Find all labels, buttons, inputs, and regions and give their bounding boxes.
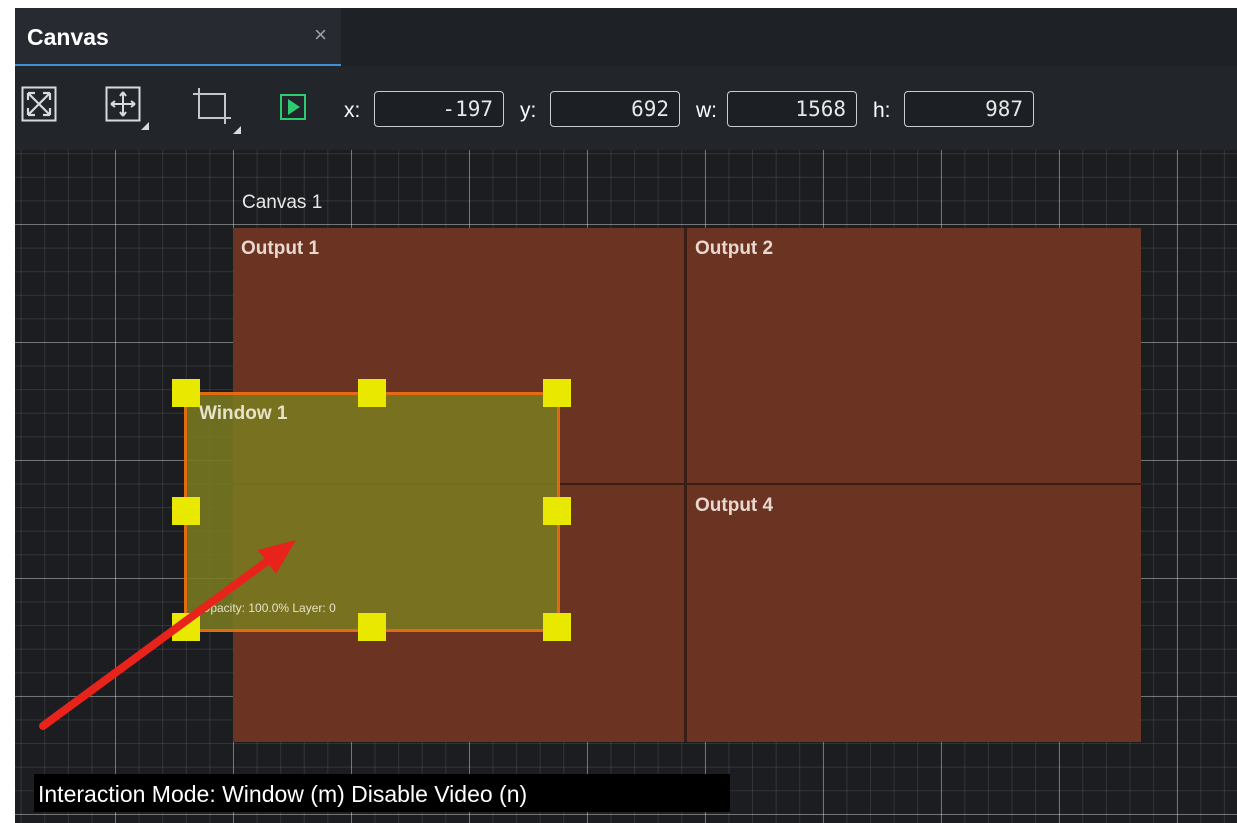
canvas-panel: Canvas × x: -197 y: 692 w: 1568 h: 987 C… [15,8,1237,823]
x-label: x: [344,99,361,122]
close-icon[interactable]: × [314,24,327,46]
y-label: y: [520,99,537,122]
x-input[interactable]: -197 [374,91,504,127]
h-label: h: [873,99,891,122]
status-bar: Interaction Mode: Window (m) Disable Vid… [34,774,730,812]
move-icon[interactable] [105,86,149,130]
status-text: Interaction Mode: Window (m) Disable Vid… [38,781,528,807]
y-input[interactable]: 692 [550,91,680,127]
tab-bar: Canvas × [15,8,1237,66]
w-label: w: [696,99,717,122]
canvas-workspace[interactable]: Canvas 1 Output 1 Output 2 Output 4 Wind… [15,150,1237,823]
arrow-annotation-icon [39,540,296,730]
play-icon[interactable] [280,94,306,120]
tab-title: Canvas [27,24,109,50]
h-input[interactable]: 987 [904,91,1034,127]
crop-icon[interactable] [191,86,241,134]
fit-view-icon[interactable] [21,86,57,122]
tab-canvas[interactable]: Canvas × [15,8,341,66]
w-input[interactable]: 1568 [727,91,857,127]
toolbar: x: -197 y: 692 w: 1568 h: 987 [15,66,1237,150]
